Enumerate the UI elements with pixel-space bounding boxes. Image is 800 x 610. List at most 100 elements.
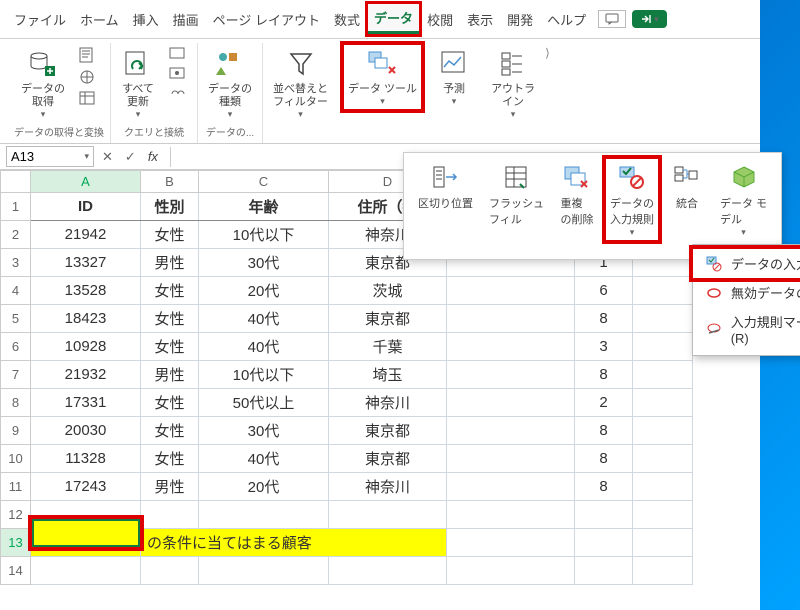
select-all-corner[interactable] — [1, 171, 31, 193]
cell[interactable] — [329, 501, 447, 529]
cell[interactable]: 東京都 — [329, 445, 447, 473]
menu-developer[interactable]: 開発 — [501, 6, 539, 33]
cell[interactable]: 50代以上 — [199, 389, 329, 417]
cell[interactable] — [199, 557, 329, 585]
cell[interactable]: 男性 — [141, 361, 199, 389]
refresh-all-button[interactable]: すべて 更新 ▾ — [117, 45, 159, 122]
cell[interactable] — [633, 501, 693, 529]
row-header[interactable]: 1 — [1, 193, 31, 221]
cell[interactable]: 年齢 — [199, 193, 329, 221]
cell[interactable]: 10代以下 — [199, 221, 329, 249]
row-header[interactable]: 5 — [1, 305, 31, 333]
cell[interactable]: 20代 — [199, 473, 329, 501]
cell[interactable]: ID — [31, 193, 141, 221]
cell[interactable] — [633, 529, 693, 557]
cell[interactable]: 40代 — [199, 305, 329, 333]
cell[interactable] — [633, 277, 693, 305]
row-header[interactable]: 7 — [1, 361, 31, 389]
cell[interactable]: 性別 — [141, 193, 199, 221]
cell[interactable]: 8 — [575, 445, 633, 473]
cell[interactable] — [633, 361, 693, 389]
col-header-B[interactable]: B — [141, 171, 199, 193]
ribbon-overflow[interactable]: ⟩ — [545, 43, 569, 63]
cell[interactable]: 東京都 — [329, 417, 447, 445]
cell[interactable] — [447, 557, 575, 585]
menu-insert[interactable]: 挿入 — [127, 6, 165, 33]
row-header[interactable]: 10 — [1, 445, 31, 473]
cell[interactable]: 8 — [575, 473, 633, 501]
cell[interactable] — [575, 529, 633, 557]
cell[interactable]: 千葉 — [329, 333, 447, 361]
remove-dup-button[interactable]: 重複 の削除 — [556, 159, 598, 240]
cell[interactable]: 20030 — [31, 417, 141, 445]
cell[interactable] — [633, 305, 693, 333]
cell[interactable]: 11328 — [31, 445, 141, 473]
cell[interactable] — [575, 501, 633, 529]
menu-review[interactable]: 校閲 — [421, 6, 459, 33]
sort-filter-button[interactable]: 並べ替えと フィルター ▾ — [269, 45, 332, 122]
data-types-button[interactable]: データの 種類 ▾ — [204, 45, 256, 122]
row-header[interactable]: 4 — [1, 277, 31, 305]
formula-confirm-button[interactable]: ✓ — [121, 147, 140, 167]
row-header[interactable]: 12 — [1, 501, 31, 529]
cell[interactable] — [447, 333, 575, 361]
menu-draw[interactable]: 描画 — [167, 6, 205, 33]
row-header[interactable]: 3 — [1, 249, 31, 277]
cell[interactable] — [447, 305, 575, 333]
cell[interactable]: 神奈川 — [329, 473, 447, 501]
cell[interactable] — [575, 557, 633, 585]
cell[interactable] — [633, 473, 693, 501]
cell[interactable]: 6 — [575, 277, 633, 305]
cell[interactable] — [447, 417, 575, 445]
cell[interactable]: 女性 — [141, 389, 199, 417]
row-header[interactable]: 2 — [1, 221, 31, 249]
cell[interactable]: 2 — [575, 389, 633, 417]
data-validation-button[interactable]: データの 入力規則▾ — [606, 159, 658, 240]
cell[interactable]: の条件に当てはまる顧客 — [141, 529, 447, 557]
cell[interactable]: 40代 — [199, 333, 329, 361]
get-data-button[interactable]: データの 取得 ▾ — [17, 45, 69, 122]
cell[interactable]: 女性 — [141, 333, 199, 361]
cell[interactable]: 21932 — [31, 361, 141, 389]
flash-fill-button[interactable]: フラッシュ フィル — [485, 159, 548, 240]
queries-button[interactable] — [165, 45, 191, 63]
cell[interactable]: 埼玉 — [329, 361, 447, 389]
row-header[interactable]: 14 — [1, 557, 31, 585]
row-header[interactable]: 6 — [1, 333, 31, 361]
cell[interactable]: 13528 — [31, 277, 141, 305]
cell[interactable] — [633, 333, 693, 361]
row-header[interactable]: 8 — [1, 389, 31, 417]
cell[interactable]: 8 — [575, 361, 633, 389]
cell[interactable] — [199, 501, 329, 529]
dropdown-item-clear-circles[interactable]: 入力規則マークのクリア(R) — [693, 307, 800, 351]
cell[interactable] — [633, 417, 693, 445]
from-text-button[interactable] — [75, 45, 101, 65]
cell[interactable]: 30代 — [199, 249, 329, 277]
cell[interactable] — [633, 445, 693, 473]
text-to-cols-button[interactable]: 区切り位置 — [414, 159, 477, 240]
row-header[interactable]: 13 — [1, 529, 31, 557]
menu-help[interactable]: ヘルプ — [541, 6, 592, 33]
cell[interactable]: 女性 — [141, 305, 199, 333]
cell[interactable] — [31, 557, 141, 585]
cell[interactable]: 21942 — [31, 221, 141, 249]
menu-page-layout[interactable]: ページ レイアウト — [207, 6, 326, 33]
cell[interactable] — [447, 277, 575, 305]
cell[interactable] — [447, 473, 575, 501]
col-header-C[interactable]: C — [199, 171, 329, 193]
cell[interactable]: 18423 — [31, 305, 141, 333]
cell[interactable]: 40代 — [199, 445, 329, 473]
cell[interactable]: 30代 — [199, 417, 329, 445]
row-header[interactable]: 9 — [1, 417, 31, 445]
col-header-A[interactable]: A — [31, 171, 141, 193]
cell[interactable]: 10代以下 — [199, 361, 329, 389]
cell[interactable] — [447, 389, 575, 417]
cell[interactable] — [141, 557, 199, 585]
menu-formulas[interactable]: 数式 — [328, 6, 366, 33]
cell[interactable]: 男性 — [141, 473, 199, 501]
dropdown-item-dv-icon[interactable]: データの入力規則(V)... — [693, 249, 800, 278]
insert-function-button[interactable]: fx — [144, 147, 162, 166]
outline-button[interactable]: アウトラ イン ▾ — [487, 45, 539, 122]
cell[interactable]: 女性 — [141, 277, 199, 305]
cell[interactable] — [329, 557, 447, 585]
